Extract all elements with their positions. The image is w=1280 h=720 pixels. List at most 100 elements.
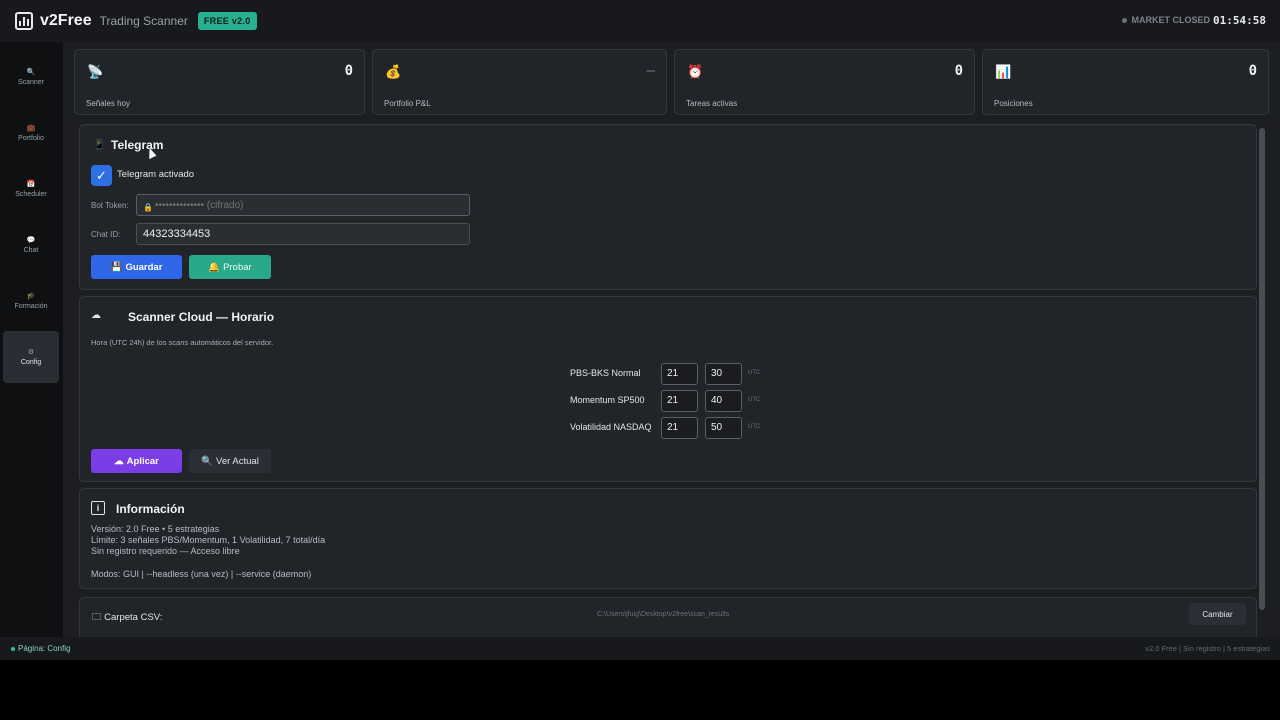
sidebar-item-config[interactable]: ⚙ Config [3,331,59,383]
timezone-label: UTC [748,397,761,403]
stat-label: Posiciones [994,99,1033,108]
briefcase-icon: 💼 [26,125,36,132]
schedule-row: PBS-BKS Normal 21 30 UTC [570,363,770,385]
hour-input[interactable]: 21 [661,363,698,385]
gear-icon: ⚙ [27,349,35,356]
chat-id-label: Chat ID: [91,230,121,239]
telegram-card: 📱 Telegram ✓ Telegram activado Bot Token… [79,124,1257,290]
sidebar-item-label: Scanner [17,79,45,86]
market-status-text: MARKET CLOSED [1131,15,1211,25]
status-bar: Página: Config v2.0 Free | Sin registro … [0,637,1280,660]
save-button[interactable]: 💾 Guardar [91,255,182,279]
stat-label: Tareas activas [686,99,738,108]
stat-card-signals: 📡 Señales hoy 0 [74,49,365,115]
info-title: Información [116,502,185,516]
money-bag-icon: 💰 [385,64,402,79]
clock: 01:54:58 [1213,14,1266,27]
chat-id-input[interactable] [136,223,470,245]
logo-bar-chart-icon [15,12,33,30]
cloud-icon: ☁ [114,455,124,467]
test-button[interactable]: 🔔 Probar [189,255,271,279]
schedule-strategy-name: Volatilidad NASDAQ [570,422,652,432]
sidebar-item-label: Config [20,359,42,366]
brand-name: v2Free [40,12,92,29]
sidebar-item-label: Portfolio [18,135,44,142]
status-dot-icon [11,646,15,651]
stat-card-tasks: ⏰ Tareas activas 0 [674,49,975,115]
change-folder-button[interactable]: Cambiar [1189,603,1246,625]
telegram-enabled-checkbox[interactable]: ✓ [91,165,112,186]
csv-folder-label: 🗀 Carpeta CSV: [92,610,162,626]
csv-folder-path: C:\Users\jfuig\Desktop\v2free\scan_resul… [597,611,730,618]
sidebar: 🔍 Scanner 💼 Portfolio 📅 Scheduler 💬 Chat… [0,42,63,637]
sidebar-item-scheduler[interactable]: 📅 Scheduler [3,163,59,215]
hour-input[interactable]: 21 [661,417,698,439]
info-version: Versión: 2.0 Free • 5 estrategias [91,524,220,534]
calendar-icon: 📅 [26,181,36,188]
stat-value: 0 [1248,63,1257,79]
graduation-icon: 🎓 [26,293,36,300]
minute-input[interactable]: 50 [705,417,742,439]
minute-input[interactable]: 30 [705,363,742,385]
apply-button[interactable]: ☁ Aplicar [91,449,182,473]
bar-chart-icon: 📊 [995,64,1012,79]
folder-icon: 🗀 [92,612,102,623]
magnifier-icon: 🔍 [26,69,36,76]
sidebar-item-label: Scheduler [15,191,47,198]
test-button-label: Probar [223,261,252,273]
sidebar-item-portfolio[interactable]: 💼 Portfolio [3,107,59,159]
main-content: 📡 Señales hoy 0 💰 Portfolio P&L — ⏰ Tare… [63,42,1280,637]
info-limits: Límite: 3 señales PBS/Momentum, 1 Volati… [91,535,326,545]
info-card: i Información Versión: 2.0 Free • 5 estr… [79,488,1257,589]
chat-icon: 💬 [26,237,36,244]
telegram-title: Telegram [111,138,164,152]
stat-value: 0 [954,63,963,79]
schedule-row: Momentum SP500 21 40 UTC [570,390,770,412]
timezone-label: UTC [748,370,761,376]
sidebar-item-label: Formación [14,303,48,310]
minute-input[interactable]: 40 [705,390,742,412]
version-badge: FREE v2.0 [197,12,257,30]
cloud-icon: ☁ [91,310,101,321]
view-current-button[interactable]: 🔍 Ver Actual [189,449,271,473]
signal-icon: 📡 [87,64,104,79]
stat-value: — [646,63,655,79]
floppy-disk-icon: 💾 [110,261,123,273]
telegram-enabled-label: Telegram activado [117,169,195,180]
status-dot-icon [1121,17,1127,23]
app-subtitle: Trading Scanner [99,14,188,28]
status-summary: v2.0 Free | Sin registro | 5 estrategias [1145,644,1270,653]
schedule-row: Volatilidad NASDAQ 21 50 UTC [570,417,770,439]
info-modes: Modos: GUI | --headless (una vez) | --se… [91,569,312,579]
schedule-strategy-name: PBS-BKS Normal [570,368,641,378]
info-registration: Sin registro requerido — Acceso libre [91,546,240,556]
lock-icon: 🔒 [143,203,153,212]
sidebar-item-scanner[interactable]: 🔍 Scanner [3,51,59,103]
sidebar-item-chat[interactable]: 💬 Chat [3,219,59,271]
market-status: MARKET CLOSED [1121,15,1211,25]
stat-value: 0 [344,63,353,79]
bell-icon: 🔔 [208,261,221,273]
info-icon: i [91,501,105,515]
scheduler-title: Scanner Cloud — Horario [128,310,275,324]
sidebar-item-label: Chat [23,247,39,254]
bot-token-label: Bot Token: [91,201,129,210]
timezone-label: UTC [748,424,761,430]
stat-card-portfolio-pnl: 💰 Portfolio P&L — [372,49,667,115]
scheduler-description: Hora (UTC 24h) de los scans automáticos … [91,338,274,347]
csv-card: 🗀 Carpeta CSV: C:\Users\jfuig\Desktop\v2… [79,597,1257,637]
bot-token-input[interactable] [136,194,470,216]
hour-input[interactable]: 21 [661,390,698,412]
stat-label: Portfolio P&L [384,99,431,108]
sidebar-item-formacion[interactable]: 🎓 Formación [3,275,59,327]
csv-folder-label-text: Carpeta CSV: [104,612,163,623]
view-current-button-label: Ver Actual [216,455,259,467]
status-page: Página: Config [11,644,70,653]
alarm-clock-icon: ⏰ [687,64,704,79]
status-page-text: Página: Config [18,644,71,653]
schedule-strategy-name: Momentum SP500 [570,395,645,405]
phone-icon: 📱 [93,140,106,151]
scrollbar-thumb[interactable] [1259,128,1265,610]
top-bar: v2Free Trading Scanner FREE v2.0 MARKET … [0,0,1280,42]
save-button-label: Guardar [125,261,163,273]
